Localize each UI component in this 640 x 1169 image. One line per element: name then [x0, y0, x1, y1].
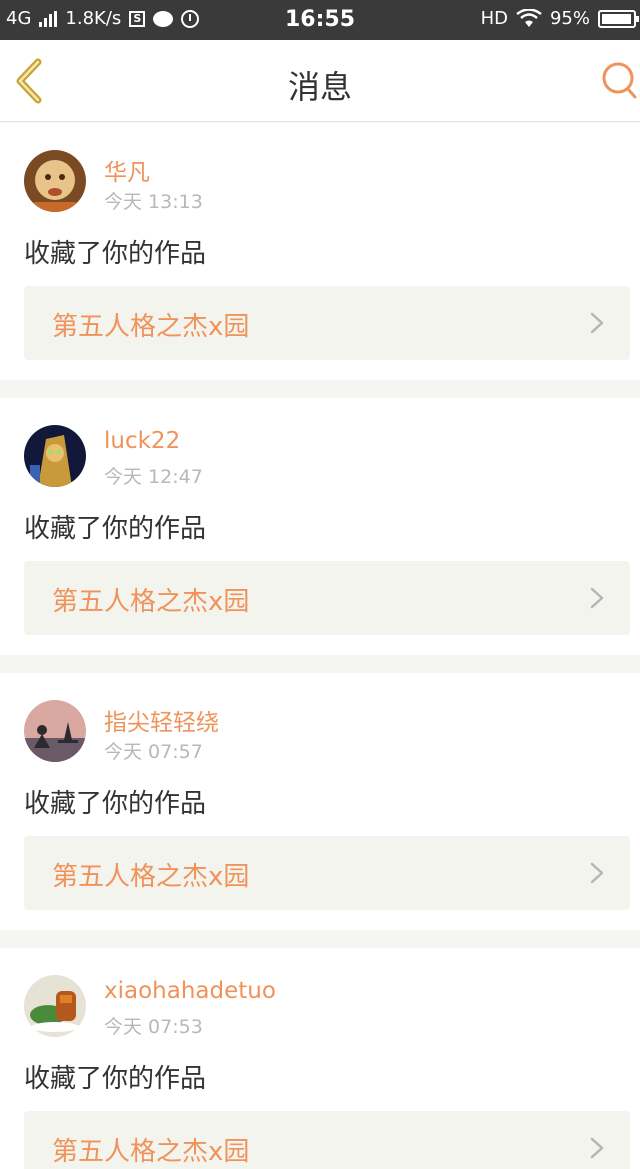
message-item: xiaohahadetuo 今天 07:53 收藏了你的作品 第五人格之杰x园 [0, 948, 640, 1169]
chevron-right-icon [590, 862, 604, 884]
wifi-icon [516, 8, 542, 27]
action-text: 收藏了你的作品 [24, 789, 207, 819]
chevron-right-icon [590, 1137, 604, 1159]
username[interactable]: luck22 [104, 428, 180, 454]
action-text: 收藏了你的作品 [24, 1064, 207, 1094]
work-link[interactable]: 第五人格之杰x园 [24, 1111, 630, 1169]
chevron-left-icon [16, 58, 42, 104]
work-link[interactable]: 第五人格之杰x园 [24, 561, 630, 635]
message-list: 华凡 今天 13:13 收藏了你的作品 第五人格之杰x园 luck22 今天 1… [0, 123, 640, 1169]
page-title: 消息 [287, 68, 352, 106]
search-button[interactable] [600, 60, 638, 100]
timestamp: 今天 13:13 [104, 191, 203, 213]
battery-percent: 95% [549, 8, 590, 29]
avatar[interactable] [24, 150, 86, 212]
message-item: luck22 今天 12:47 收藏了你的作品 第五人格之杰x园 [0, 398, 640, 655]
username[interactable]: xiaohahadetuo [104, 978, 276, 1004]
username[interactable]: 指尖轻轻绕 [104, 703, 219, 737]
sim-icon: S [129, 10, 146, 27]
work-link[interactable]: 第五人格之杰x园 [24, 286, 630, 360]
battery-icon [598, 9, 639, 28]
header-bar: 消息 [0, 40, 640, 122]
avatar[interactable] [24, 975, 86, 1037]
hd-label: HD [480, 8, 508, 29]
timestamp: 今天 12:47 [104, 466, 203, 488]
work-link[interactable]: 第五人格之杰x园 [24, 836, 630, 910]
work-title: 第五人格之杰x园 [52, 312, 250, 342]
action-text: 收藏了你的作品 [24, 514, 207, 544]
chat-bubble-icon [153, 10, 174, 27]
signal-icon [39, 10, 58, 27]
username[interactable]: 华凡 [104, 153, 150, 187]
work-title: 第五人格之杰x园 [52, 1137, 250, 1167]
message-item: 华凡 今天 13:13 收藏了你的作品 第五人格之杰x园 [0, 123, 640, 380]
status-bar: 4G 1.8K/s S 16:55 HD 95% [0, 0, 640, 40]
avatar[interactable] [24, 700, 86, 762]
status-left: 4G 1.8K/s S [6, 8, 200, 29]
timestamp: 今天 07:53 [104, 1016, 203, 1038]
alarm-clock-icon [181, 9, 200, 28]
message-item: 指尖轻轻绕 今天 07:57 收藏了你的作品 第五人格之杰x园 [0, 673, 640, 930]
action-text: 收藏了你的作品 [24, 239, 207, 269]
battery-fill [602, 13, 631, 24]
network-speed: 1.8K/s [65, 8, 122, 29]
back-button[interactable] [12, 58, 52, 104]
chevron-right-icon [590, 312, 604, 334]
timestamp: 今天 07:57 [104, 741, 203, 763]
chevron-right-icon [590, 587, 604, 609]
network-type: 4G [6, 8, 32, 29]
work-title: 第五人格之杰x园 [52, 587, 250, 617]
work-title: 第五人格之杰x园 [52, 862, 250, 892]
status-right: HD 95% [480, 8, 639, 29]
search-icon [602, 62, 637, 99]
avatar[interactable] [24, 425, 86, 487]
